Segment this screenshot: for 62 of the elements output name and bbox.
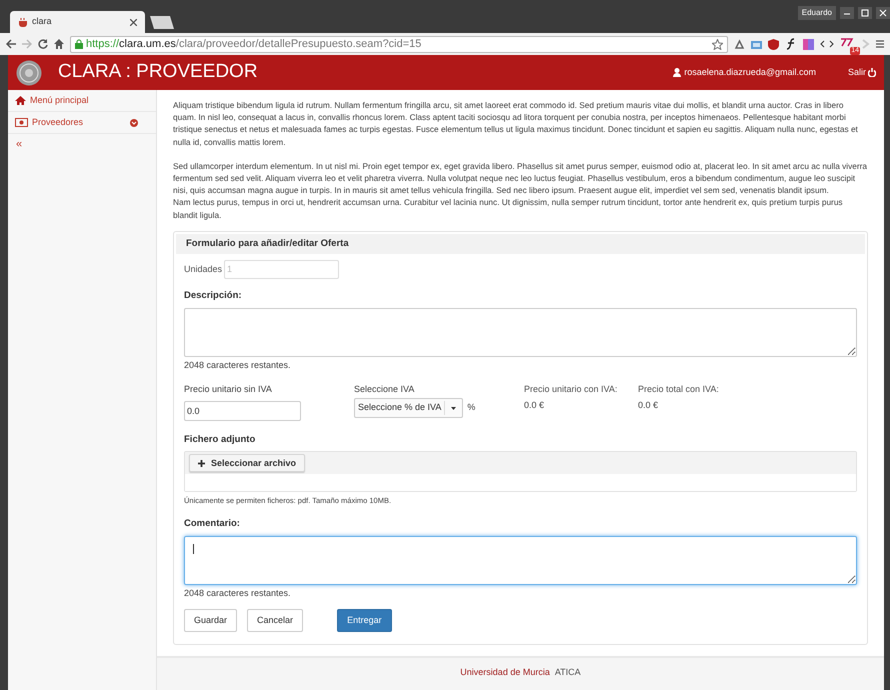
home-icon[interactable] bbox=[54, 39, 64, 49]
profile-name[interactable]: Eduardo bbox=[798, 6, 836, 20]
home-icon bbox=[15, 96, 26, 105]
close-icon[interactable] bbox=[130, 18, 137, 26]
field-label: Precio unitario con IVA: bbox=[524, 382, 618, 396]
function-icon[interactable] bbox=[785, 38, 797, 50]
logo-icon bbox=[16, 60, 42, 86]
price-input[interactable]: 0.0 bbox=[184, 401, 301, 422]
field-label: Precio unitario sin IVA bbox=[184, 382, 273, 396]
app-title: CLARA : PROVEEDOR bbox=[58, 60, 258, 84]
field-label: Fichero adjunto bbox=[184, 433, 256, 448]
window-icon[interactable] bbox=[751, 38, 762, 50]
shield-icon[interactable] bbox=[768, 38, 779, 50]
price-value: 0.0 € bbox=[524, 399, 546, 412]
field-label: Unidades bbox=[184, 262, 222, 276]
user-email[interactable]: rosaelena.diazrueda@gmail.com bbox=[684, 66, 816, 80]
character-counter: 2048 caracteres restantes. bbox=[184, 359, 292, 372]
university-link[interactable]: Universidad de Murcia bbox=[460, 666, 550, 690]
user-icon bbox=[673, 68, 682, 77]
footer-text: ATICA bbox=[554, 666, 581, 679]
gradient-square-icon[interactable] bbox=[803, 38, 814, 50]
dropdown-caret-icon bbox=[451, 406, 456, 410]
units-input[interactable]: 1 bbox=[224, 260, 340, 279]
favicon-icon bbox=[18, 18, 28, 26]
action-button[interactable]: Guardar bbox=[184, 609, 238, 632]
plus-icon bbox=[198, 460, 205, 467]
select-file-button[interactable]: Seleccionar archivo bbox=[189, 454, 306, 472]
paragraph: Sed ullamcorper interdum elementum. In ut nisl mi. Proin eget tempor ex, eget gravida libero. Phasellus sit amet purus semper, euismod odio at, placerat leo. In sit amet arcu ac nulla viverra fermentum sed sed velit. Aliquam viverra leo et velit pharetra viverra. Nulla volutpat neque nec leo luctus feugiat. Phasellus vestibulum, eros a bibendum condimentum, augue leo suscipit nisi, quis accumsan magna augue in turpis. In in mauris sit amet tellus vehicula fringilla. Sed nec libero ipsum. Praesent augue elit, imperdiet vel sem sed, venenatis blandit ipsum. bbox=[173, 160, 868, 196]
price-value: 0.0 € bbox=[638, 399, 660, 412]
new-tab-icon[interactable] bbox=[147, 15, 175, 29]
address-bar[interactable]: https://clara.um.es/clara/proveedor/detallePresupuesto.seam?cid=15 bbox=[70, 36, 728, 52]
lock-icon bbox=[75, 39, 83, 49]
maximize-icon[interactable] bbox=[858, 7, 872, 19]
url-text: https://clara.um.es/clara/proveedor/detallePresupuesto.seam?cid=15 bbox=[86, 36, 422, 52]
browser-tab[interactable]: clara bbox=[10, 11, 145, 33]
text-cursor bbox=[193, 544, 194, 554]
code-tag-icon[interactable] bbox=[820, 40, 834, 48]
paragraph: Nam lectus purus, tempus in orci ut, hendrerit accumsan urna. Curabitur vel lacinia nunc. Ut dignissim, nulla semper rutrum tincidunt, tortor ante hendrerit ex, quis pretium turpis purus blandit ligula. bbox=[173, 196, 844, 221]
banknote-icon bbox=[15, 118, 28, 127]
close-icon[interactable] bbox=[876, 7, 890, 19]
menu-icon[interactable] bbox=[876, 39, 884, 49]
power-icon bbox=[868, 68, 876, 77]
paragraph: Aliquam tristique bibendum ligula id rutrum. Nullam fermentum fringilla arcu, sit amet laoreet erat commodo id. Sed pretium mauris vitae dui mollis, et blandit urna auctor. Cras in libero quam. In nisl leo, consequat a lacus in, convallis rhoncus lorem. Class aptent taciti sociosqu ad litora torquent per conubia nostra, per inceptos himenaeos. Pellentesque habitant morbi tristique senectus et netus et malesuada fames ac turpis egestas. Fusce elementum tellus ut ligula maximus tincidunt. Donec tincidunt et sapien eu sagittis. Aliquam nulla nunc, egestas et nulla id, convallis mattis lorem. bbox=[173, 99, 859, 148]
tab-title: clara bbox=[32, 15, 53, 28]
action-button[interactable]: Entregar bbox=[337, 609, 392, 632]
sidebar-item[interactable]: Menú principal bbox=[8, 90, 156, 112]
minimize-icon[interactable] bbox=[840, 7, 854, 19]
unit-label: % bbox=[467, 401, 476, 414]
back-icon[interactable] bbox=[6, 39, 16, 49]
panel-title: Formulario para añadir/editar Oferta bbox=[186, 236, 349, 251]
reload-icon[interactable] bbox=[38, 39, 48, 49]
action-button[interactable]: Cancelar bbox=[247, 609, 304, 632]
vat-select[interactable]: Seleccione % de IVA bbox=[354, 398, 464, 418]
field-label: Comentario: bbox=[184, 516, 241, 531]
field-label: Seleccione IVA bbox=[354, 382, 416, 396]
collapse-button[interactable]: « bbox=[16, 136, 22, 152]
logout-link[interactable]: Salir bbox=[848, 66, 876, 80]
field-label: Precio total con IVA: bbox=[638, 382, 720, 396]
star-icon[interactable] bbox=[712, 38, 723, 50]
character-counter: 2048 caracteres restantes. bbox=[184, 586, 292, 600]
field-label: Descripción: bbox=[184, 288, 243, 303]
sidebar-item[interactable]: Proveedores bbox=[8, 112, 156, 134]
